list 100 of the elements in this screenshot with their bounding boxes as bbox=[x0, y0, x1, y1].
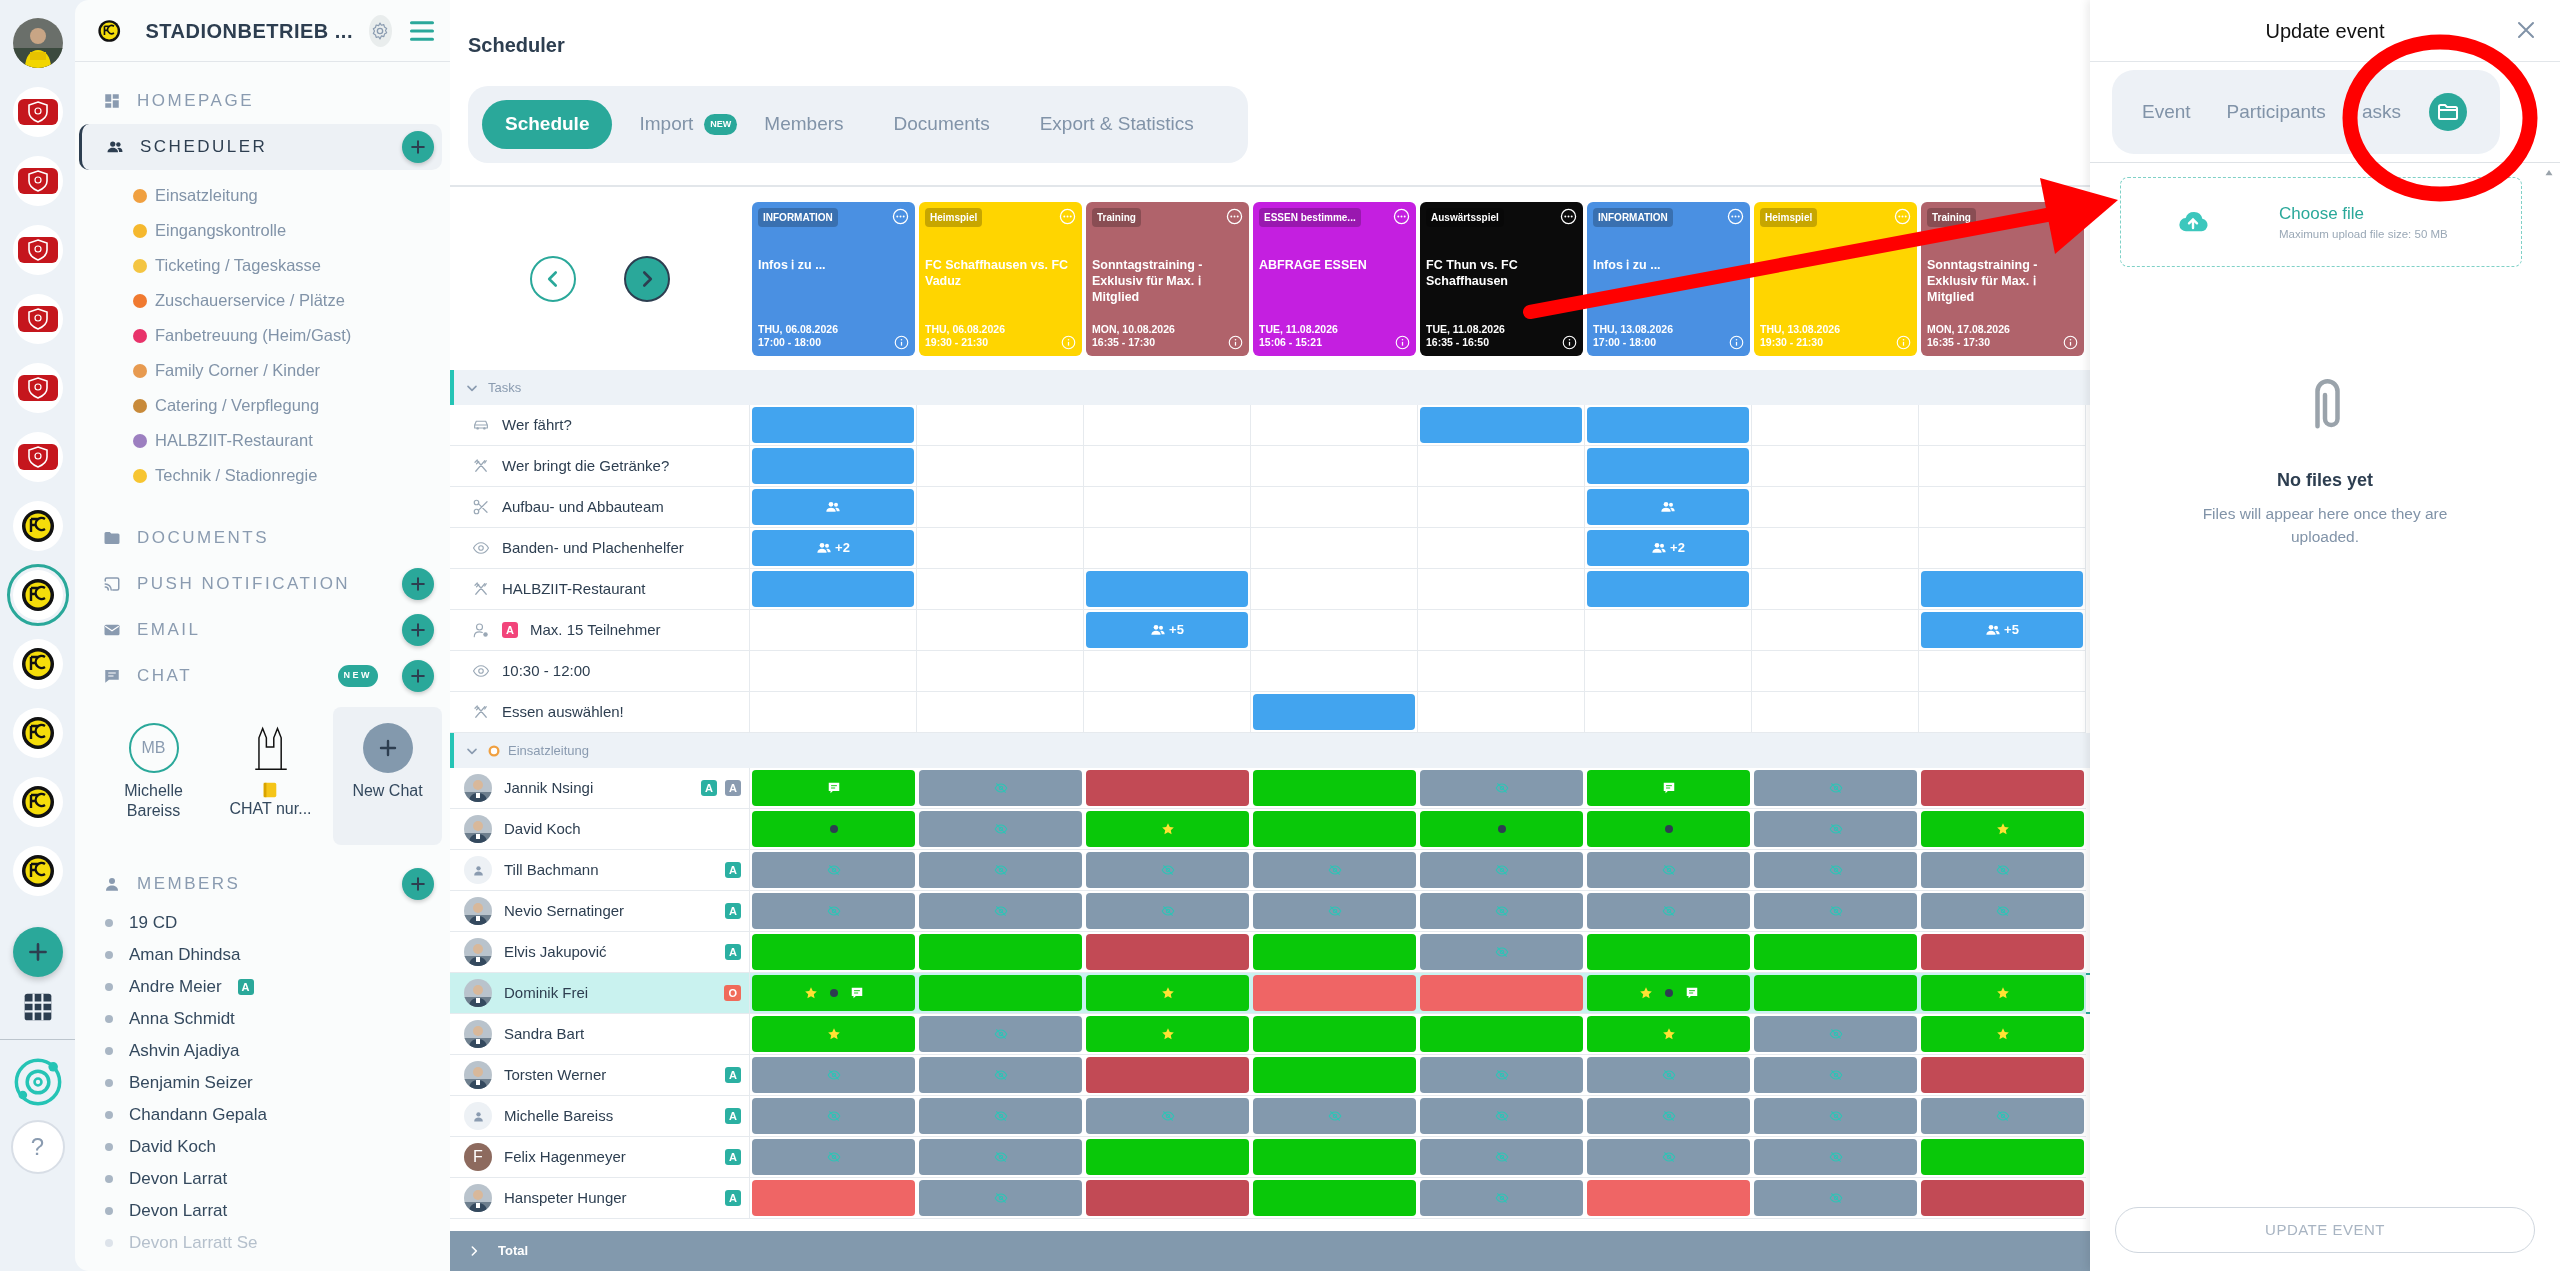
chat-tile[interactable]: New Chat bbox=[333, 707, 442, 845]
status-slot[interactable] bbox=[1420, 1016, 1583, 1052]
nav-item[interactable]: EMAIL bbox=[79, 607, 442, 653]
status-slot[interactable] bbox=[1754, 852, 1917, 888]
chat-tile[interactable]: CHAT nur... bbox=[216, 707, 325, 845]
sidebar-item[interactable]: Technik / Stadionregie bbox=[75, 458, 442, 493]
tab[interactable]: Participants bbox=[2212, 91, 2340, 133]
status-slot[interactable] bbox=[1086, 1016, 1249, 1052]
task-slot[interactable] bbox=[752, 571, 914, 607]
sidebar-item[interactable]: Eingangskontrolle bbox=[75, 213, 442, 248]
status-slot[interactable] bbox=[1754, 1139, 1917, 1175]
task-slot[interactable] bbox=[1587, 448, 1749, 484]
status-slot[interactable] bbox=[1587, 1016, 1750, 1052]
event-card[interactable]: Heimspiel FC Schaffhausen vs. FC Vaduz THU, 06.08.2026 19:30 - 21:30 bbox=[919, 201, 1082, 356]
task-slot[interactable] bbox=[1587, 407, 1749, 443]
status-slot[interactable] bbox=[1754, 975, 1917, 1011]
status-slot[interactable] bbox=[1754, 770, 1917, 806]
empty-slot[interactable] bbox=[1752, 569, 1919, 610]
add-button[interactable] bbox=[402, 868, 434, 900]
task-slot[interactable] bbox=[1420, 407, 1582, 443]
status-slot[interactable] bbox=[1086, 1057, 1249, 1093]
status-slot[interactable] bbox=[752, 893, 915, 929]
sidebar-item[interactable]: Zuschauerservice / Plätze bbox=[75, 283, 442, 318]
empty-slot[interactable] bbox=[1752, 610, 1919, 651]
status-slot[interactable] bbox=[1754, 1057, 1917, 1093]
task-slot[interactable] bbox=[1921, 571, 2083, 607]
member-name[interactable]: 19 CD bbox=[129, 910, 178, 936]
status-slot[interactable] bbox=[752, 1139, 915, 1175]
status-slot[interactable] bbox=[1754, 1098, 1917, 1134]
status-slot[interactable] bbox=[919, 975, 1082, 1011]
status-slot[interactable] bbox=[1921, 852, 2084, 888]
status-slot[interactable] bbox=[1253, 934, 1416, 970]
status-slot[interactable] bbox=[1921, 770, 2084, 806]
nav-item[interactable]: PUSH NOTIFICATION bbox=[79, 561, 442, 607]
empty-slot[interactable] bbox=[1084, 651, 1251, 692]
choose-file-link[interactable]: Choose file bbox=[2279, 200, 2448, 227]
empty-slot[interactable] bbox=[1585, 610, 1752, 651]
member-name[interactable]: Chandann Gepala bbox=[129, 1102, 267, 1128]
status-slot[interactable] bbox=[1086, 770, 1249, 806]
sidebar-item[interactable]: Fanbetreuung (Heim/Gast) bbox=[75, 318, 442, 353]
status-slot[interactable] bbox=[1253, 1057, 1416, 1093]
workspace-avatar[interactable] bbox=[12, 156, 63, 206]
status-slot[interactable] bbox=[1086, 975, 1249, 1011]
task-slot[interactable]: +2 bbox=[752, 530, 914, 566]
nav-item[interactable]: CHAT NEW bbox=[79, 653, 442, 699]
folder-tab[interactable] bbox=[2428, 93, 2467, 131]
member-name[interactable]: Devon Larrat bbox=[129, 1198, 228, 1224]
empty-slot[interactable] bbox=[1752, 651, 1919, 692]
member-row[interactable]: Sandra Bart bbox=[450, 1014, 750, 1055]
workspace-avatar[interactable] bbox=[12, 432, 63, 482]
empty-slot[interactable] bbox=[1418, 569, 1585, 610]
event-card[interactable]: Training Sonntagstraining - Exklusiv für Max. ℹ Mitglied MON, 10.08.2026 16:35 - 17:30 bbox=[1086, 201, 1249, 356]
previous-button[interactable] bbox=[530, 255, 576, 302]
empty-slot[interactable] bbox=[917, 487, 1084, 528]
status-slot[interactable] bbox=[1420, 770, 1583, 806]
status-slot[interactable] bbox=[919, 852, 1082, 888]
help-button[interactable]: ? bbox=[10, 1120, 65, 1174]
member-row[interactable]: Till Bachmann A bbox=[450, 850, 750, 891]
empty-slot[interactable] bbox=[917, 610, 1084, 651]
status-slot[interactable] bbox=[1420, 893, 1583, 929]
status-slot[interactable] bbox=[1420, 852, 1583, 888]
add-button[interactable] bbox=[402, 131, 434, 163]
event-card[interactable]: Heimspiel THU, 13.08.2026 19:30 - 21:30 bbox=[1754, 201, 1917, 356]
status-slot[interactable] bbox=[1754, 811, 1917, 847]
empty-slot[interactable] bbox=[1752, 405, 1919, 446]
member-name[interactable]: Anna Schmidt bbox=[129, 1006, 235, 1032]
task-slot[interactable] bbox=[1587, 571, 1749, 607]
status-slot[interactable] bbox=[1253, 893, 1416, 929]
status-slot[interactable] bbox=[1754, 893, 1917, 929]
status-slot[interactable] bbox=[1086, 811, 1249, 847]
member-row[interactable]: Michelle Bareiss A bbox=[450, 1096, 750, 1137]
event-card[interactable]: ESSEN bestimme... ABFRAGE ESSEN TUE, 11.08.2026 15:06 - 15:21 bbox=[1253, 201, 1416, 356]
empty-slot[interactable] bbox=[1585, 651, 1752, 692]
empty-slot[interactable] bbox=[1251, 446, 1418, 487]
member-name[interactable]: Ashvin Ajadiya bbox=[129, 1038, 240, 1064]
status-slot[interactable] bbox=[1587, 770, 1750, 806]
empty-slot[interactable] bbox=[1418, 487, 1585, 528]
status-slot[interactable] bbox=[1420, 975, 1583, 1011]
member-row[interactable]: Torsten Werner A bbox=[450, 1055, 750, 1096]
nav-item[interactable]: HOMEPAGE bbox=[79, 78, 442, 124]
status-slot[interactable] bbox=[752, 1180, 915, 1216]
empty-slot[interactable] bbox=[917, 651, 1084, 692]
empty-slot[interactable] bbox=[1418, 446, 1585, 487]
status-slot[interactable] bbox=[752, 1016, 915, 1052]
empty-slot[interactable] bbox=[1251, 487, 1418, 528]
status-slot[interactable] bbox=[919, 934, 1082, 970]
status-slot[interactable] bbox=[1086, 1180, 1249, 1216]
task-slot[interactable] bbox=[1587, 489, 1749, 525]
status-slot[interactable] bbox=[919, 1180, 1082, 1216]
tab[interactable]: Event bbox=[2128, 91, 2205, 133]
status-slot[interactable] bbox=[752, 1057, 915, 1093]
workspace-avatar[interactable] bbox=[12, 294, 63, 344]
empty-slot[interactable] bbox=[1251, 528, 1418, 569]
empty-slot[interactable] bbox=[1251, 610, 1418, 651]
event-card[interactable]: INFORMATION Infos ℹ zu ... THU, 06.08.2026 17:00 - 18:00 bbox=[752, 201, 915, 356]
add-button[interactable] bbox=[402, 660, 434, 692]
workspace-avatar[interactable] bbox=[12, 708, 63, 758]
status-slot[interactable] bbox=[1754, 934, 1917, 970]
member-name[interactable]: Benjamin Seizer bbox=[129, 1070, 253, 1096]
status-slot[interactable] bbox=[752, 852, 915, 888]
